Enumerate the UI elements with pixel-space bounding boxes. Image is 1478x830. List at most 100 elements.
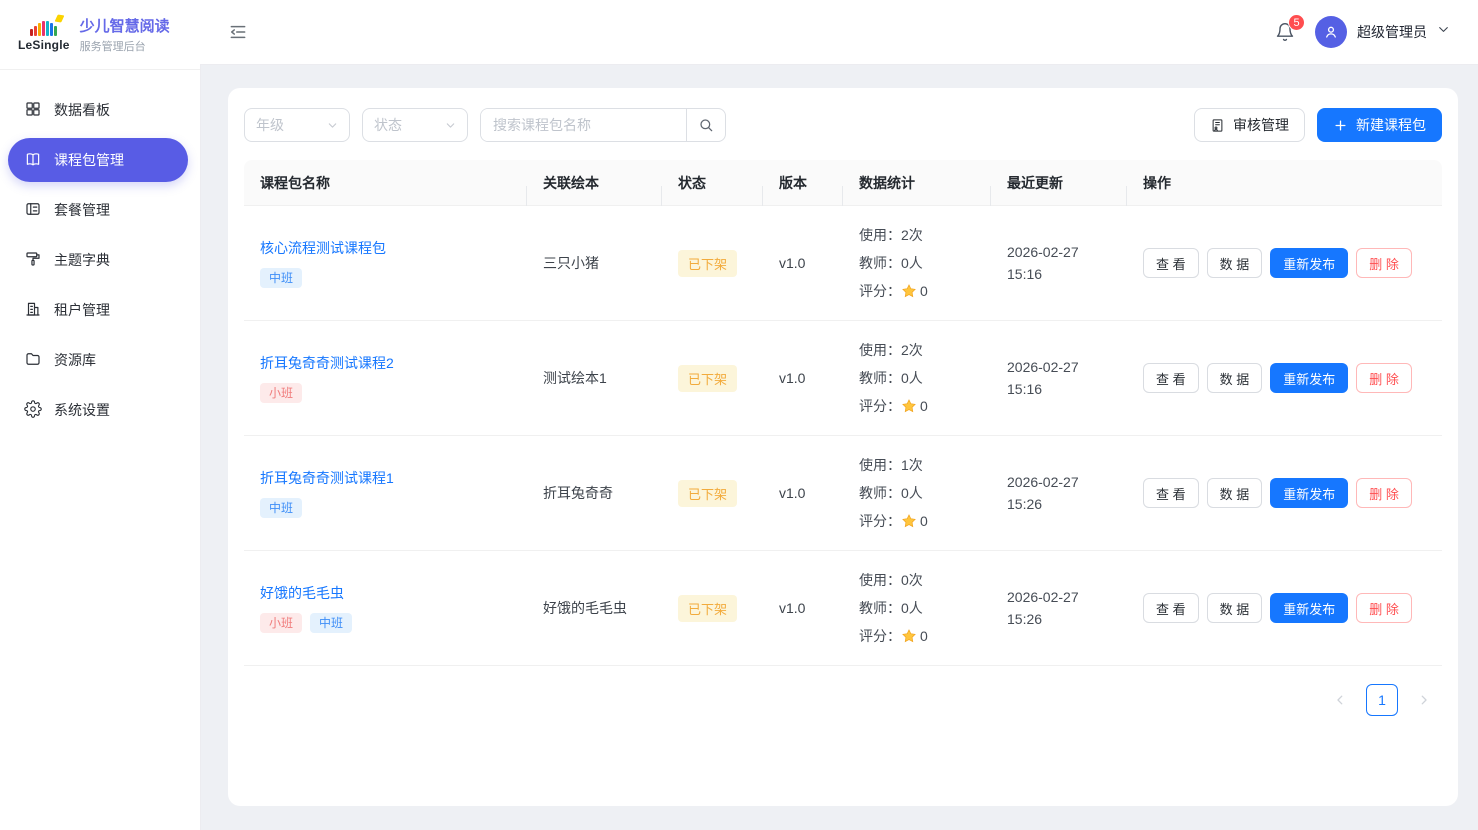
view-button[interactable]: 查 看 — [1143, 248, 1199, 278]
sidebar: LeSingle 少儿智慧阅读 服务管理后台 数据看板 课程包管理 套餐管理 — [0, 0, 200, 830]
usage-stat: 使用：0次 — [859, 566, 975, 594]
brand-logo: LeSingle — [18, 18, 70, 52]
filter-toolbar: 年级 状态 — [244, 108, 1442, 142]
create-course-package-button[interactable]: 新建课程包 — [1317, 108, 1442, 142]
chevron-down-icon — [1437, 23, 1450, 41]
sidebar-item-label: 资源库 — [54, 350, 96, 370]
updated-at: 2026-02-2715:26 — [1007, 586, 1111, 630]
brand-name: LeSingle — [18, 38, 70, 52]
app-root: LeSingle 少儿智慧阅读 服务管理后台 数据看板 课程包管理 套餐管理 — [0, 0, 1478, 830]
teacher-stat: 教师：0人 — [859, 594, 975, 622]
sidebar-menu: 数据看板 课程包管理 套餐管理 主题字典 租户管理 资源库 — [0, 70, 200, 450]
package-name-link[interactable]: 核心流程测试课程包 — [260, 238, 386, 258]
updated-at: 2026-02-2715:16 — [1007, 241, 1111, 285]
delete-button[interactable]: 删 除 — [1356, 478, 1412, 508]
grade-tag: 中班 — [310, 613, 352, 633]
view-button[interactable]: 查 看 — [1143, 363, 1199, 393]
audit-management-button[interactable]: 审核管理 — [1194, 108, 1305, 142]
grade-tag: 小班 — [260, 383, 302, 403]
username: 超级管理员 — [1357, 22, 1427, 42]
linked-book: 测试绘本1 — [527, 368, 662, 388]
sidebar-item-plans[interactable]: 套餐管理 — [8, 188, 188, 232]
content: 年级 状态 — [200, 64, 1478, 830]
logo-text: 少儿智慧阅读 服务管理后台 — [80, 15, 170, 54]
republish-button[interactable]: 重新发布 — [1270, 363, 1348, 393]
pagination-page-1[interactable]: 1 — [1366, 684, 1398, 716]
package-name-link[interactable]: 折耳兔奇奇测试课程1 — [260, 468, 394, 488]
paint-roller-icon — [24, 250, 42, 271]
delete-button[interactable]: 删 除 — [1356, 248, 1412, 278]
data-button[interactable]: 数 据 — [1207, 248, 1263, 278]
sidebar-item-resources[interactable]: 资源库 — [8, 338, 188, 382]
status-badge: 已下架 — [678, 250, 737, 277]
star-icon — [901, 628, 917, 644]
status-badge: 已下架 — [678, 480, 737, 507]
package-name-link[interactable]: 好饿的毛毛虫 — [260, 583, 344, 603]
search-input[interactable] — [481, 109, 686, 141]
column-header: 操作 — [1127, 173, 1442, 193]
open-book-icon — [24, 150, 42, 171]
rating-stat: 评分：0 — [859, 277, 975, 305]
data-button[interactable]: 数 据 — [1207, 363, 1263, 393]
sidebar-item-label: 数据看板 — [54, 100, 110, 120]
republish-button[interactable]: 重新发布 — [1270, 478, 1348, 508]
logo-icon — [30, 18, 57, 36]
logo-spark — [55, 14, 65, 22]
sidebar-item-settings[interactable]: 系统设置 — [8, 388, 188, 432]
pagination-next-icon[interactable] — [1408, 684, 1440, 716]
usage-stat: 使用：2次 — [859, 336, 975, 364]
package-name-link[interactable]: 折耳兔奇奇测试课程2 — [260, 353, 394, 373]
view-button[interactable]: 查 看 — [1143, 593, 1199, 623]
star-icon — [901, 398, 917, 414]
search-box — [480, 108, 726, 142]
updated-at: 2026-02-2715:16 — [1007, 356, 1111, 400]
building-icon — [24, 300, 42, 321]
republish-button[interactable]: 重新发布 — [1270, 248, 1348, 278]
data-button[interactable]: 数 据 — [1207, 478, 1263, 508]
column-header: 版本 — [763, 173, 843, 193]
table-row: 好饿的毛毛虫 小班 中班 好饿的毛毛虫 已下架 v1.0 使用：0次 教师：0人 — [244, 551, 1442, 666]
status-select[interactable]: 状态 — [362, 108, 468, 142]
sidebar-item-theme-dictionary[interactable]: 主题字典 — [8, 238, 188, 282]
chevron-down-icon — [327, 120, 338, 131]
delete-button[interactable]: 删 除 — [1356, 593, 1412, 623]
sidebar-item-label: 系统设置 — [54, 400, 110, 420]
republish-button[interactable]: 重新发布 — [1270, 593, 1348, 623]
rating-stat: 评分：0 — [859, 392, 975, 420]
sidebar-item-dashboard[interactable]: 数据看板 — [8, 88, 188, 132]
audit-button-label: 审核管理 — [1233, 115, 1289, 135]
pagination: 1 — [244, 684, 1442, 716]
delete-button[interactable]: 删 除 — [1356, 363, 1412, 393]
data-button[interactable]: 数 据 — [1207, 593, 1263, 623]
teacher-stat: 教师：0人 — [859, 364, 975, 392]
column-header: 状态 — [662, 173, 763, 193]
search-button[interactable] — [686, 109, 725, 141]
folder-icon — [24, 350, 42, 371]
grade-select[interactable]: 年级 — [244, 108, 350, 142]
gear-icon — [24, 400, 42, 421]
sidebar-item-tenants[interactable]: 租户管理 — [8, 288, 188, 332]
main-area: 5 超级管理员 年级 — [200, 0, 1478, 830]
updated-at: 2026-02-2715:26 — [1007, 471, 1111, 515]
status-badge: 已下架 — [678, 595, 737, 622]
view-button[interactable]: 查 看 — [1143, 478, 1199, 508]
course-package-table: 课程包名称 关联绘本 状态 版本 数据统计 最近更新 操作 核心流程测试课程包 — [244, 160, 1442, 666]
app-title: 少儿智慧阅读 — [80, 15, 170, 36]
search-icon — [698, 117, 714, 133]
table-row: 折耳兔奇奇测试课程1 中班 折耳兔奇奇 已下架 v1.0 使用：1次 教师：0人… — [244, 436, 1442, 551]
star-icon — [901, 513, 917, 529]
grade-tag: 中班 — [260, 268, 302, 288]
filters: 年级 状态 — [244, 108, 726, 142]
chevron-down-icon — [445, 120, 456, 131]
app-subtitle: 服务管理后台 — [80, 38, 170, 54]
status-select-placeholder: 状态 — [374, 115, 402, 135]
logo-area: LeSingle 少儿智慧阅读 服务管理后台 — [0, 0, 200, 70]
notification-bell-icon[interactable]: 5 — [1273, 20, 1297, 44]
user-menu[interactable]: 超级管理员 — [1315, 16, 1450, 48]
menu-fold-icon[interactable] — [224, 18, 252, 46]
list-board-icon — [24, 200, 42, 221]
status-badge: 已下架 — [678, 365, 737, 392]
notification-badge: 5 — [1288, 14, 1305, 31]
sidebar-item-course-packages[interactable]: 课程包管理 — [8, 138, 188, 182]
pagination-prev-icon[interactable] — [1324, 684, 1356, 716]
